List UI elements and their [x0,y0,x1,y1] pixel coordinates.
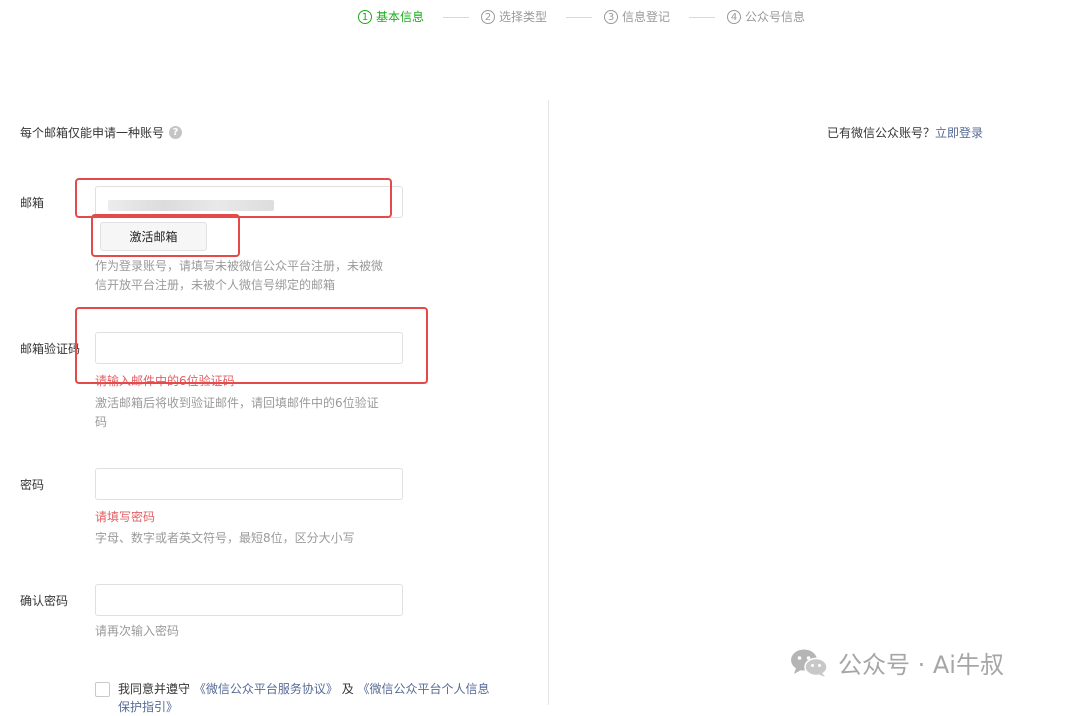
watermark: 公众号 · Ai牛叔 [790,645,1004,680]
email-hint: 作为登录账号，请填写未被微信公众平台注册，未被微信开放平台注册，未被个人微信号绑… [95,259,384,292]
step-account-info: 4 公众号信息 [727,8,805,25]
wechat-icon [791,649,828,677]
login-link[interactable]: 立即登录 [935,126,983,140]
step-connector [443,17,469,18]
password-error: 请填写密码 [95,510,156,524]
step-basic-info: 1 基本信息 [358,8,424,25]
confirm-password-field[interactable] [95,584,403,616]
code-label: 邮箱验证码 [20,342,81,356]
note-text: 每个邮箱仅能申请一种账号 [20,126,165,140]
step-connector [689,17,715,18]
agreement-row: 我同意并遵守 《微信公众平台服务协议》 及 《微信公众平台个人信息保护指引》 [95,680,495,716]
step-number: 1 [358,9,372,24]
step-number: 3 [604,9,618,24]
email-label: 邮箱 [20,196,45,210]
code-hint: 激活邮箱后将收到验证邮件，请回填邮件中的6位验证码 [95,396,379,429]
step-number: 4 [727,9,741,24]
question-circle-icon[interactable]: ? [169,126,183,139]
watermark-text: 公众号 · Ai牛叔 [838,651,1004,679]
step-info-register: 3 信息登记 [604,8,670,25]
password-label: 密码 [20,478,45,492]
step-connector [566,17,592,18]
confirm-password-hint: 请再次输入密码 [95,624,180,638]
confirm-password-label: 确认密码 [20,594,69,608]
service-agreement-link[interactable]: 《微信公众平台服务协议》 [194,682,338,696]
annotation-box-code [75,307,428,384]
login-tip: 已有微信公众账号？立即登录 [827,124,983,141]
agreement-and: 及 [341,682,354,696]
step-label: 基本信息 [376,10,425,24]
agree-checkbox[interactable] [95,682,110,697]
one-account-note: 每个邮箱仅能申请一种账号 ? [20,124,183,141]
annotation-box-email [75,178,392,218]
agreement-prefix: 我同意并遵守 [118,682,191,696]
step-select-type: 2 选择类型 [481,8,547,25]
step-number: 2 [481,9,495,24]
agreement-text: 我同意并遵守 《微信公众平台服务协议》 及 《微信公众平台个人信息保护指引》 [118,680,495,716]
step-label: 信息登记 [622,10,671,24]
vertical-divider [548,100,549,705]
login-tip-text: 已有微信公众账号？ [827,126,936,140]
annotation-box-activate [91,214,240,257]
password-field[interactable] [95,468,403,500]
step-label: 选择类型 [499,10,548,24]
step-label: 公众号信息 [745,10,806,24]
password-hint: 字母、数字或者英文符号，最短8位，区分大小写 [95,531,355,545]
